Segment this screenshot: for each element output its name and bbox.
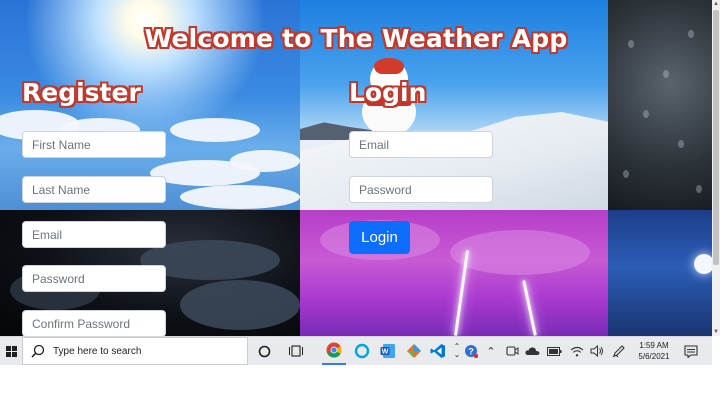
taskbar-vscode-button[interactable] (426, 337, 450, 365)
login-email-field[interactable] (349, 131, 493, 158)
taskbar-fusion-button[interactable] (402, 337, 426, 365)
cortana-button[interactable] (252, 337, 276, 365)
scroll-up-arrow-icon[interactable]: ▲ (712, 0, 720, 8)
onedrive-icon (524, 347, 539, 355)
help-icon: ? (465, 345, 478, 358)
search-icon (31, 344, 45, 358)
taskbar-alexa-button[interactable] (350, 337, 374, 365)
chrome-icon (326, 342, 342, 358)
tray-wifi-button[interactable] (568, 337, 586, 365)
register-heading: Register (22, 78, 141, 107)
taskbar-search-box[interactable]: Type here to search (22, 337, 248, 365)
page-scrollbar[interactable]: ▲ ▼ (712, 0, 720, 336)
register-password-field[interactable] (22, 265, 166, 292)
cortana-circle-icon (258, 345, 270, 357)
vscode-icon (430, 344, 445, 358)
task-view-icon (289, 345, 303, 357)
register-confirm-password-field[interactable] (22, 310, 166, 336)
moon-icon (694, 254, 712, 274)
tray-pen-workspace-button[interactable] (610, 337, 628, 365)
task-view-button[interactable] (284, 337, 308, 365)
volume-icon (590, 345, 603, 357)
taskbar-overflow-button[interactable]: ⌃ ⌄ (452, 337, 462, 365)
register-email-field[interactable] (22, 221, 166, 248)
word-icon: W (380, 344, 395, 358)
login-heading: Login (349, 78, 427, 107)
register-last-name-field[interactable] (22, 176, 166, 203)
weather-app-page: Welcome to The Weather App Register Logi… (0, 0, 712, 336)
notification-icon (684, 344, 698, 358)
login-password-field[interactable] (349, 176, 493, 203)
register-first-name-field[interactable] (22, 131, 166, 158)
taskbar-chrome-button[interactable] (322, 337, 346, 365)
windows-logo-icon (5, 345, 17, 357)
windows-taskbar: Type here to search W ⌃ ⌄ ? ⌃ 1:59 AM 5/… (0, 336, 712, 365)
svg-text:?: ? (468, 347, 474, 357)
svg-text:W: W (382, 349, 389, 356)
battery-icon (546, 346, 561, 356)
scroll-down-arrow-icon[interactable]: ▼ (712, 328, 720, 336)
wifi-icon (570, 346, 584, 356)
page-title: Welcome to The Weather App (144, 24, 568, 53)
start-button[interactable] (0, 337, 22, 365)
alexa-icon (354, 343, 370, 359)
tray-battery-button[interactable] (545, 337, 563, 365)
taskbar-clock[interactable]: 1:59 AM 5/6/2021 (634, 337, 674, 365)
tray-onedrive-button[interactable] (523, 337, 541, 365)
moonlit-sky-background (608, 210, 712, 336)
chevron-up-icon: ⌃ (486, 345, 496, 358)
login-button[interactable]: Login (349, 221, 410, 254)
tray-help-button[interactable]: ? (462, 337, 480, 365)
meet-now-icon (505, 346, 518, 356)
show-hidden-icons-button[interactable]: ⌃ (482, 337, 500, 365)
snowman-hat (374, 58, 404, 74)
tray-volume-button[interactable] (588, 337, 606, 365)
search-placeholder-text: Type here to search (53, 345, 142, 357)
pen-icon (612, 345, 625, 358)
fusion-icon (407, 344, 421, 358)
scroll-thumb[interactable] (713, 10, 719, 265)
action-center-button[interactable] (680, 337, 702, 365)
clock-time: 1:59 AM (639, 341, 669, 350)
tray-meet-now-button[interactable] (503, 337, 521, 365)
lightning-storm-background (300, 210, 608, 336)
clock-date: 5/6/2021 (638, 352, 670, 361)
overflow-arrows-icon: ⌃ ⌄ (453, 342, 461, 359)
taskbar-word-button[interactable]: W (376, 337, 400, 365)
